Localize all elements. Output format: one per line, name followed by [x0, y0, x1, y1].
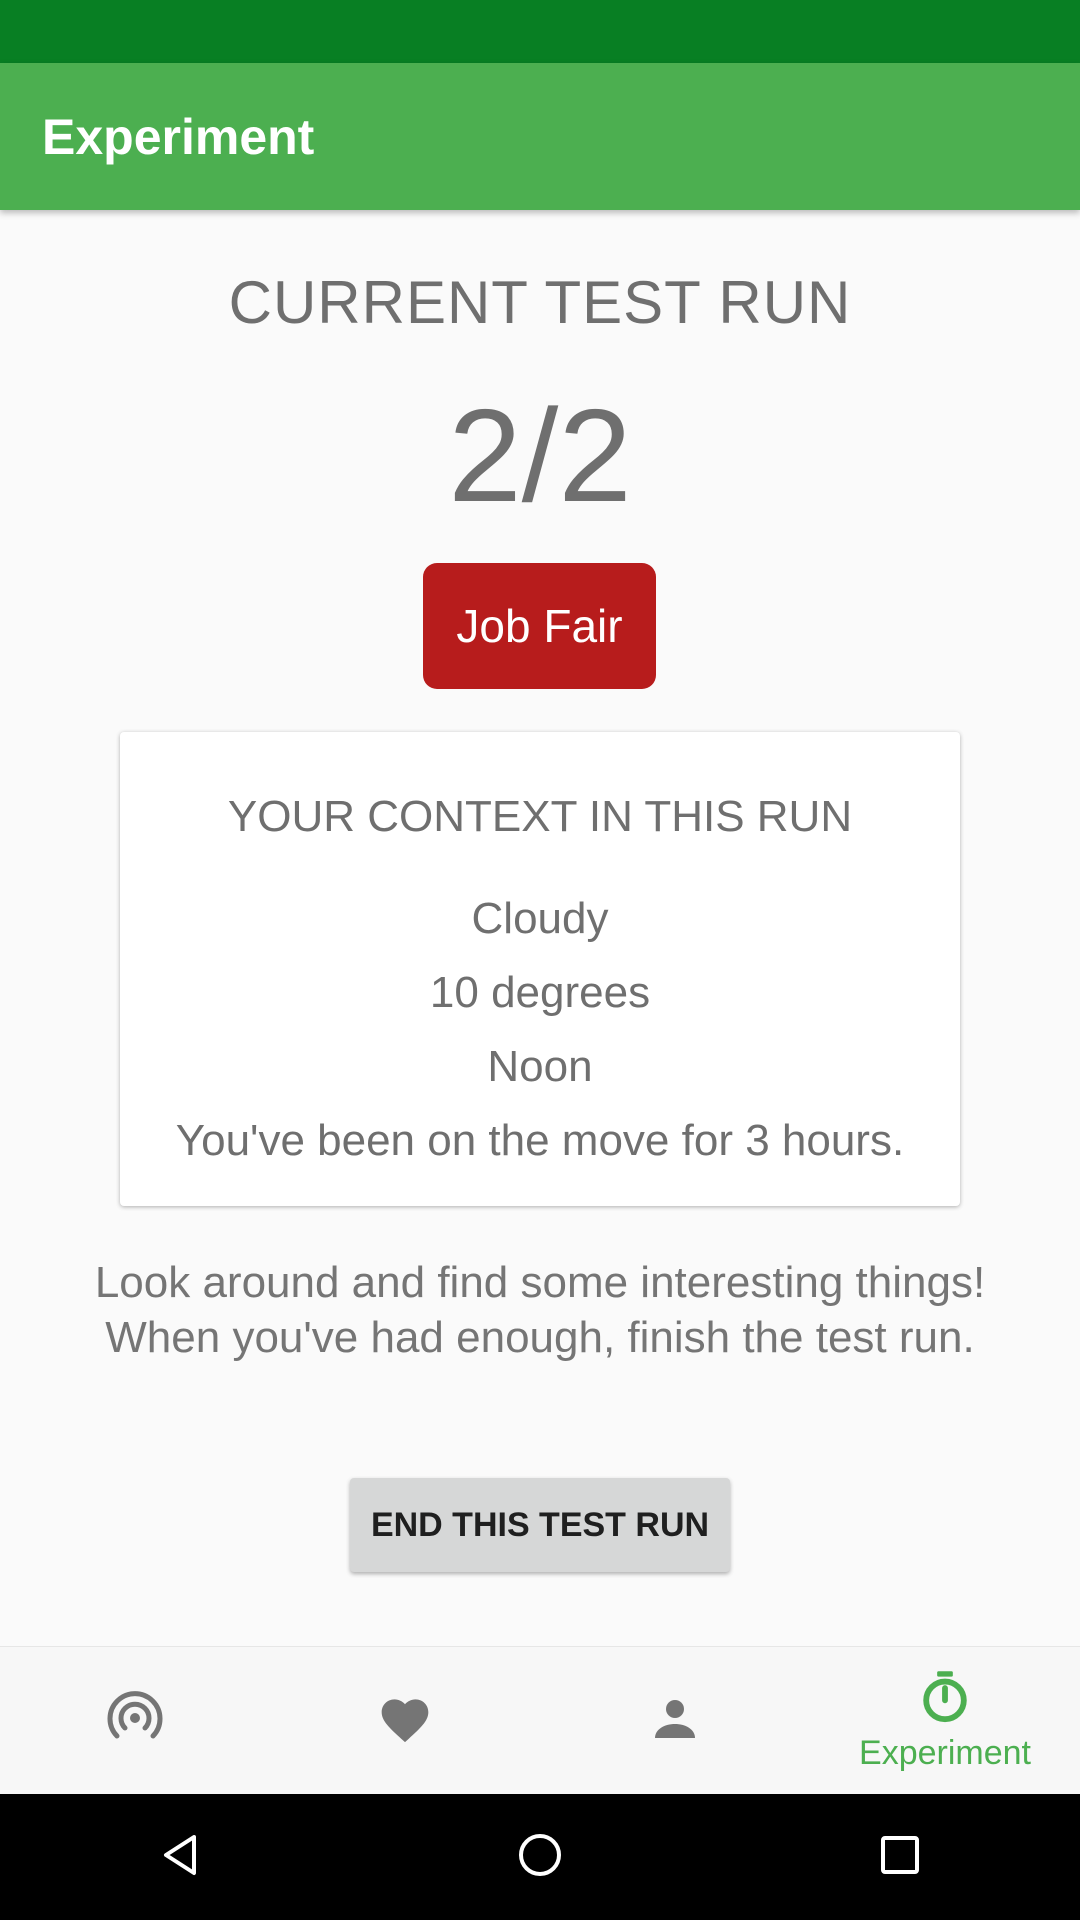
context-card: YOUR CONTEXT IN THIS RUN Cloudy 10 degre…	[120, 732, 960, 1206]
recents-icon	[880, 1835, 920, 1880]
system-back-button[interactable]	[0, 1831, 360, 1884]
experiment-content: CURRENT TEST RUN 2/2 Job Fair YOUR CONTE…	[0, 210, 1080, 1646]
nav-item-profile[interactable]	[540, 1647, 810, 1794]
end-test-run-button[interactable]: END THIS TEST RUN	[350, 1478, 730, 1572]
home-icon	[517, 1832, 563, 1883]
nav-item-favorites[interactable]	[270, 1647, 540, 1794]
context-lines: Cloudy 10 degrees Noon You've been on th…	[120, 882, 960, 1178]
context-weather: Cloudy	[471, 894, 609, 943]
system-recents-button[interactable]	[720, 1835, 1080, 1880]
context-time-of-day: Noon	[487, 1042, 593, 1091]
instructions-text: Look around and find some interesting th…	[94, 1258, 986, 1362]
current-run-heading: CURRENT TEST RUN	[228, 269, 852, 336]
system-navigation-bar	[0, 1794, 1080, 1920]
context-temperature: 10 degrees	[429, 968, 651, 1017]
nav-item-experiment[interactable]: Experiment	[810, 1647, 1080, 1794]
person-icon	[651, 1694, 699, 1747]
nav-item-radar[interactable]	[0, 1647, 270, 1794]
context-card-title: YOUR CONTEXT IN THIS RUN	[227, 792, 853, 841]
system-home-button[interactable]	[360, 1832, 720, 1883]
context-activity: You've been on the move for 3 hours.	[175, 1116, 905, 1165]
app-title: Experiment	[42, 108, 315, 165]
nav-label-experiment: Experiment	[859, 1733, 1031, 1772]
heart-icon	[377, 1692, 433, 1749]
back-icon	[158, 1831, 202, 1884]
run-counter: 2/2	[448, 382, 632, 529]
bottom-navigation: Experiment	[0, 1646, 1080, 1794]
scenario-tag-button[interactable]: Job Fair	[423, 563, 656, 689]
status-bar	[0, 0, 1080, 63]
radar-icon	[107, 1690, 163, 1751]
stopwatch-icon	[918, 1669, 972, 1730]
app-bar: Experiment	[0, 63, 1080, 210]
